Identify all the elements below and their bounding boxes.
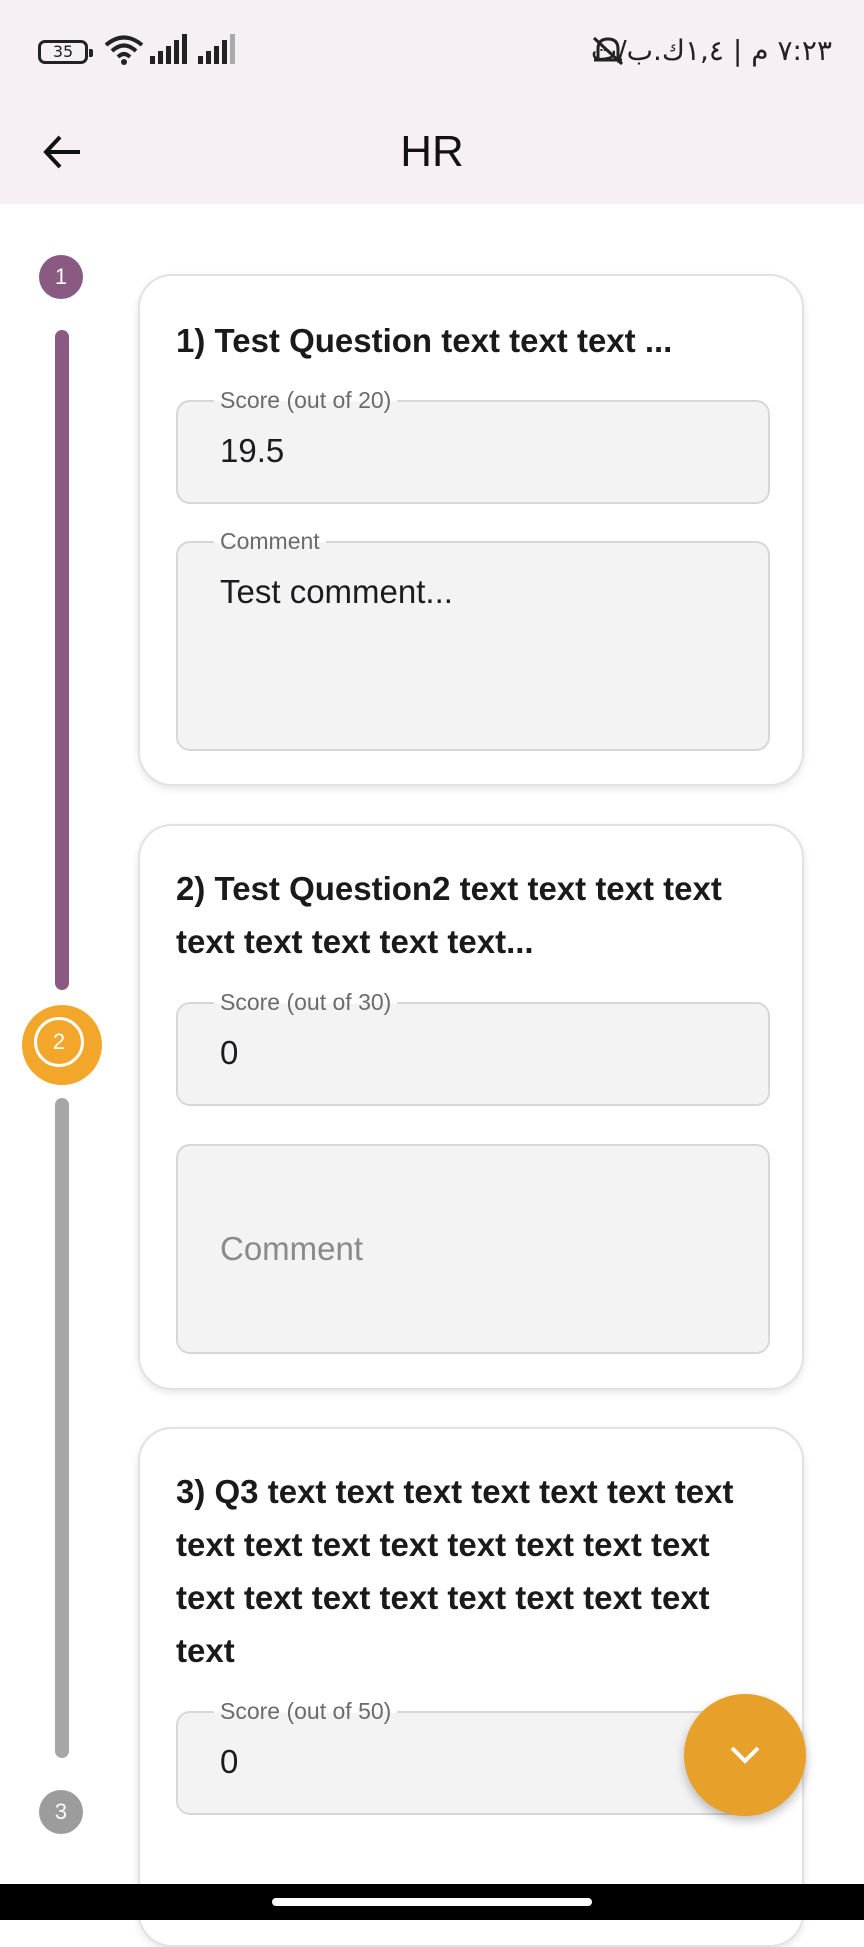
step-3-indicator[interactable]: 3 <box>39 1790 83 1834</box>
question-text: 1) Test Question text text text ... <box>176 322 673 359</box>
stepper-line-pending <box>55 1098 69 1758</box>
signal-icon-2 <box>198 34 235 64</box>
question-card-3: 3) Q3 text text text text text text text… <box>138 1427 804 1947</box>
step-2-indicator-active[interactable]: 2 <box>22 1005 102 1085</box>
page-title: HR <box>400 127 464 176</box>
score-value: 0 <box>220 1034 239 1071</box>
comment-placeholder: Comment <box>220 1230 364 1267</box>
battery-icon: 35 <box>38 40 93 64</box>
chevron-down-icon <box>730 1746 760 1764</box>
comment-field[interactable]: Comment <box>176 1144 770 1354</box>
stepper-line-completed <box>55 330 69 990</box>
wifi-icon <box>104 35 144 65</box>
step-2-number: 2 <box>34 1017 84 1067</box>
step-1-indicator[interactable]: 1 <box>39 255 83 299</box>
score-label: Score (out of 20) <box>214 386 398 414</box>
score-field[interactable]: Score (out of 30) 0 <box>176 988 770 1106</box>
score-value: 0 <box>220 1743 239 1780</box>
question-text: 3) Q3 text text text text text text text… <box>176 1473 734 1669</box>
score-value: 19.5 <box>220 432 285 469</box>
system-navigation-bar <box>0 1884 864 1920</box>
scroll-down-button[interactable] <box>684 1694 806 1816</box>
question-card-1: 1) Test Question text text text ... Scor… <box>138 274 804 786</box>
comment-field[interactable]: Comment Test comment... <box>176 527 770 751</box>
score-label: Score (out of 50) <box>214 1697 398 1725</box>
score-field[interactable]: Score (out of 50) 0 <box>176 1697 770 1815</box>
battery-level: 35 <box>52 42 74 61</box>
question-text: 2) Test Question2 text text text text te… <box>176 870 722 960</box>
bell-off-icon <box>592 36 624 66</box>
comment-label: Comment <box>214 527 326 555</box>
signal-icon <box>150 34 187 64</box>
question-card-2: 2) Test Question2 text text text text te… <box>138 824 804 1390</box>
score-label: Score (out of 30) <box>214 988 398 1016</box>
app-bar: HR <box>0 100 864 204</box>
comment-value: Test comment... <box>220 573 453 610</box>
score-field[interactable]: Score (out of 20) 19.5 <box>176 386 770 504</box>
status-bar: 35 ٧:٢٣ م | ١,٤ك.ب/ث <box>0 0 864 100</box>
status-time: ٧:٢٣ م | ١,٤ك.ب/ث <box>590 34 832 67</box>
home-indicator[interactable] <box>272 1898 592 1906</box>
